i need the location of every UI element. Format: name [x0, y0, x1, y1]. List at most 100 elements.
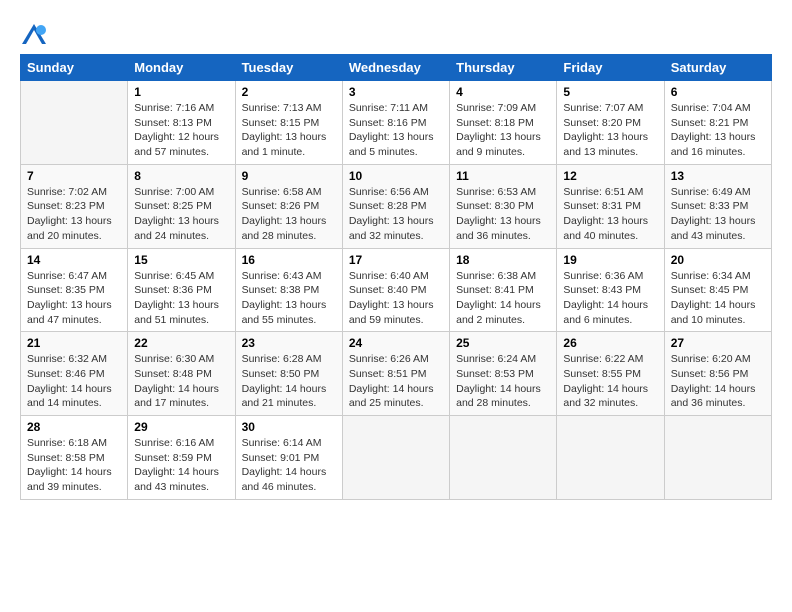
day-info: Sunrise: 7:11 AM Sunset: 8:16 PM Dayligh… [349, 101, 443, 160]
calendar-week-2: 7 Sunrise: 7:02 AM Sunset: 8:23 PM Daylig… [21, 164, 772, 248]
day-number: 1 [134, 85, 228, 99]
day-number: 16 [242, 253, 336, 267]
day-number: 23 [242, 336, 336, 350]
header [20, 18, 772, 50]
day-number: 20 [671, 253, 765, 267]
col-thursday: Thursday [450, 55, 557, 81]
calendar-cell: 20 Sunrise: 6:34 AM Sunset: 8:45 PM Dayli… [664, 248, 771, 332]
day-number: 19 [563, 253, 657, 267]
day-info: Sunrise: 6:24 AM Sunset: 8:53 PM Dayligh… [456, 352, 550, 411]
day-info: Sunrise: 6:56 AM Sunset: 8:28 PM Dayligh… [349, 185, 443, 244]
day-number: 9 [242, 169, 336, 183]
day-info: Sunrise: 6:58 AM Sunset: 8:26 PM Dayligh… [242, 185, 336, 244]
calendar-cell: 30 Sunrise: 6:14 AM Sunset: 9:01 PM Dayli… [235, 416, 342, 500]
day-number: 14 [27, 253, 121, 267]
day-info: Sunrise: 7:13 AM Sunset: 8:15 PM Dayligh… [242, 101, 336, 160]
calendar-cell: 19 Sunrise: 6:36 AM Sunset: 8:43 PM Dayli… [557, 248, 664, 332]
day-info: Sunrise: 6:28 AM Sunset: 8:50 PM Dayligh… [242, 352, 336, 411]
day-info: Sunrise: 6:53 AM Sunset: 8:30 PM Dayligh… [456, 185, 550, 244]
col-monday: Monday [128, 55, 235, 81]
calendar-cell: 2Sunrise: 7:13 AM Sunset: 8:15 PM Daylig… [235, 81, 342, 165]
day-number: 11 [456, 169, 550, 183]
day-info: Sunrise: 6:18 AM Sunset: 8:58 PM Dayligh… [27, 436, 121, 495]
day-number: 13 [671, 169, 765, 183]
day-info: Sunrise: 7:09 AM Sunset: 8:18 PM Dayligh… [456, 101, 550, 160]
calendar-cell: 14 Sunrise: 6:47 AM Sunset: 8:35 PM Dayli… [21, 248, 128, 332]
day-info: Sunrise: 6:38 AM Sunset: 8:41 PM Dayligh… [456, 269, 550, 328]
calendar-cell: 10 Sunrise: 6:56 AM Sunset: 8:28 PM Dayli… [342, 164, 449, 248]
calendar-cell: 11 Sunrise: 6:53 AM Sunset: 8:30 PM Dayli… [450, 164, 557, 248]
calendar-week-3: 14 Sunrise: 6:47 AM Sunset: 8:35 PM Dayli… [21, 248, 772, 332]
day-info: Sunrise: 6:51 AM Sunset: 8:31 PM Dayligh… [563, 185, 657, 244]
calendar-cell: 4 Sunrise: 7:09 AM Sunset: 8:18 PM Daylig… [450, 81, 557, 165]
col-tuesday: Tuesday [235, 55, 342, 81]
calendar-cell [450, 416, 557, 500]
calendar-cell: 21 Sunrise: 6:32 AM Sunset: 8:46 PM Dayli… [21, 332, 128, 416]
calendar-cell: 7 Sunrise: 7:02 AM Sunset: 8:23 PM Daylig… [21, 164, 128, 248]
calendar-cell [557, 416, 664, 500]
day-number: 10 [349, 169, 443, 183]
day-info: Sunrise: 7:00 AM Sunset: 8:25 PM Dayligh… [134, 185, 228, 244]
day-info: Sunrise: 6:45 AM Sunset: 8:36 PM Dayligh… [134, 269, 228, 328]
day-number: 12 [563, 169, 657, 183]
calendar-cell: 23 Sunrise: 6:28 AM Sunset: 8:50 PM Dayli… [235, 332, 342, 416]
day-number: 3 [349, 85, 443, 99]
day-info: Sunrise: 6:20 AM Sunset: 8:56 PM Dayligh… [671, 352, 765, 411]
calendar-cell: 22Sunrise: 6:30 AM Sunset: 8:48 PM Dayli… [128, 332, 235, 416]
calendar-cell: 1Sunrise: 7:16 AM Sunset: 8:13 PM Daylig… [128, 81, 235, 165]
day-info: Sunrise: 6:16 AM Sunset: 8:59 PM Dayligh… [134, 436, 228, 495]
calendar-cell: 28 Sunrise: 6:18 AM Sunset: 8:58 PM Dayli… [21, 416, 128, 500]
day-info: Sunrise: 6:22 AM Sunset: 8:55 PM Dayligh… [563, 352, 657, 411]
day-number: 15 [134, 253, 228, 267]
day-number: 18 [456, 253, 550, 267]
day-number: 4 [456, 85, 550, 99]
calendar-cell [342, 416, 449, 500]
day-number: 24 [349, 336, 443, 350]
day-info: Sunrise: 7:07 AM Sunset: 8:20 PM Dayligh… [563, 101, 657, 160]
day-info: Sunrise: 6:26 AM Sunset: 8:51 PM Dayligh… [349, 352, 443, 411]
day-info: Sunrise: 7:02 AM Sunset: 8:23 PM Dayligh… [27, 185, 121, 244]
day-info: Sunrise: 6:40 AM Sunset: 8:40 PM Dayligh… [349, 269, 443, 328]
calendar-cell: 27 Sunrise: 6:20 AM Sunset: 8:56 PM Dayli… [664, 332, 771, 416]
calendar-cell [21, 81, 128, 165]
calendar-table: Sunday Monday Tuesday Wednesday Thursday… [20, 54, 772, 500]
calendar-header: Sunday Monday Tuesday Wednesday Thursday… [21, 55, 772, 81]
col-sunday: Sunday [21, 55, 128, 81]
calendar-cell: 26 Sunrise: 6:22 AM Sunset: 8:55 PM Dayli… [557, 332, 664, 416]
day-number: 21 [27, 336, 121, 350]
day-number: 8 [134, 169, 228, 183]
day-info: Sunrise: 6:32 AM Sunset: 8:46 PM Dayligh… [27, 352, 121, 411]
calendar-cell: 5 Sunrise: 7:07 AM Sunset: 8:20 PM Daylig… [557, 81, 664, 165]
calendar-cell: 8 Sunrise: 7:00 AM Sunset: 8:25 PM Daylig… [128, 164, 235, 248]
day-number: 7 [27, 169, 121, 183]
day-number: 17 [349, 253, 443, 267]
logo-icon [20, 22, 48, 50]
calendar-cell: 25 Sunrise: 6:24 AM Sunset: 8:53 PM Dayli… [450, 332, 557, 416]
day-number: 28 [27, 420, 121, 434]
calendar-cell [664, 416, 771, 500]
calendar-cell: 16Sunrise: 6:43 AM Sunset: 8:38 PM Dayli… [235, 248, 342, 332]
day-info: Sunrise: 6:14 AM Sunset: 9:01 PM Dayligh… [242, 436, 336, 495]
day-number: 27 [671, 336, 765, 350]
calendar-cell: 18 Sunrise: 6:38 AM Sunset: 8:41 PM Dayli… [450, 248, 557, 332]
calendar-cell: 3 Sunrise: 7:11 AM Sunset: 8:16 PM Daylig… [342, 81, 449, 165]
day-info: Sunrise: 7:04 AM Sunset: 8:21 PM Dayligh… [671, 101, 765, 160]
day-number: 25 [456, 336, 550, 350]
calendar-cell: 17 Sunrise: 6:40 AM Sunset: 8:40 PM Dayli… [342, 248, 449, 332]
day-info: Sunrise: 6:34 AM Sunset: 8:45 PM Dayligh… [671, 269, 765, 328]
col-wednesday: Wednesday [342, 55, 449, 81]
col-saturday: Saturday [664, 55, 771, 81]
day-info: Sunrise: 6:47 AM Sunset: 8:35 PM Dayligh… [27, 269, 121, 328]
day-info: Sunrise: 6:36 AM Sunset: 8:43 PM Dayligh… [563, 269, 657, 328]
day-number: 30 [242, 420, 336, 434]
calendar-body: 1Sunrise: 7:16 AM Sunset: 8:13 PM Daylig… [21, 81, 772, 500]
calendar-cell: 9 Sunrise: 6:58 AM Sunset: 8:26 PM Daylig… [235, 164, 342, 248]
calendar-week-1: 1Sunrise: 7:16 AM Sunset: 8:13 PM Daylig… [21, 81, 772, 165]
day-number: 26 [563, 336, 657, 350]
calendar-cell: 24 Sunrise: 6:26 AM Sunset: 8:51 PM Dayli… [342, 332, 449, 416]
calendar-cell: 6 Sunrise: 7:04 AM Sunset: 8:21 PM Daylig… [664, 81, 771, 165]
calendar-cell: 29Sunrise: 6:16 AM Sunset: 8:59 PM Dayli… [128, 416, 235, 500]
day-number: 6 [671, 85, 765, 99]
day-number: 5 [563, 85, 657, 99]
main-container: Sunday Monday Tuesday Wednesday Thursday… [0, 0, 792, 510]
